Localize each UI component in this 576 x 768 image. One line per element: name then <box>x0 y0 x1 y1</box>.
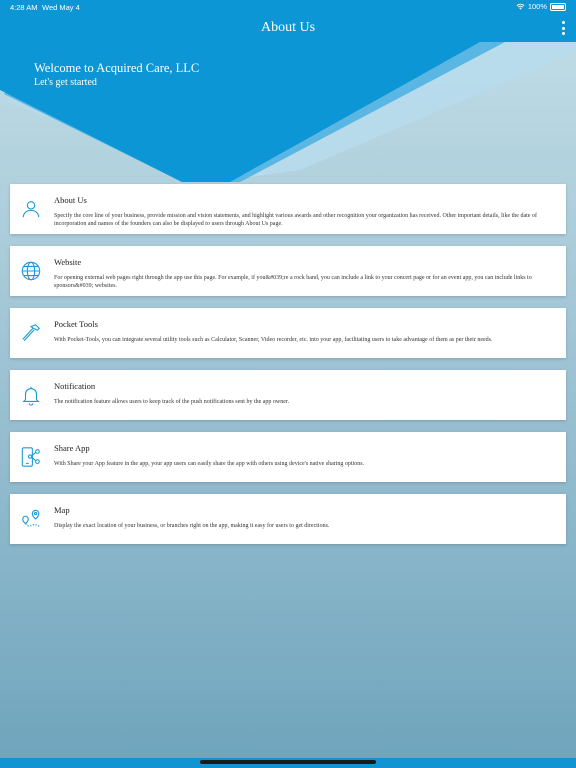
card-notification[interactable]: Notification The notification feature al… <box>10 370 566 420</box>
hammer-icon <box>22 324 41 342</box>
map-pin-icon <box>22 509 40 527</box>
welcome-heading: Welcome to Acquired Care, LLC <box>34 61 200 75</box>
more-options-icon[interactable] <box>560 21 566 35</box>
card-description: The notification feature allows users to… <box>54 399 290 405</box>
card-website[interactable]: Website For opening external web pages r… <box>10 246 566 296</box>
status-right: 100% <box>516 2 566 11</box>
person-icon <box>22 201 40 218</box>
battery-percent: 100% <box>527 2 547 11</box>
card-title: Pocket Tools <box>54 319 98 329</box>
share-icon <box>21 447 40 467</box>
status-date: Wed May 4 <box>42 3 80 12</box>
status-time: 4:28 AM <box>10 3 38 12</box>
home-indicator[interactable] <box>200 760 376 764</box>
card-title: Map <box>54 505 70 515</box>
card-share-app[interactable]: Share App With Share your App feature in… <box>10 432 566 482</box>
globe-icon <box>21 261 41 281</box>
card-about-us[interactable]: About Us Specify the core line of your b… <box>10 184 566 234</box>
card-title: Share App <box>54 443 90 453</box>
bell-icon <box>22 386 40 406</box>
card-pocket-tools[interactable]: Pocket Tools With Pocket-Tools, you can … <box>10 308 566 358</box>
welcome-subtitle: Let's get started <box>34 77 97 88</box>
page-title: About Us <box>260 20 316 35</box>
wifi-icon <box>516 3 525 10</box>
card-title: Website <box>54 257 82 267</box>
battery-icon <box>550 2 566 11</box>
card-map[interactable]: Map Display the exact location of your b… <box>10 494 566 544</box>
card-description: Display the exact location of your busin… <box>54 523 330 529</box>
card-description: Specify the core line of your business, … <box>54 213 537 227</box>
card-description: With Pocket-Tools, you can integrate sev… <box>54 337 493 343</box>
card-title: Notification <box>54 381 96 391</box>
card-description: With Share your App feature in the app, … <box>54 461 365 467</box>
card-title: About Us <box>54 195 87 205</box>
status-bar: 4:28 AM Wed May 4 100% <box>0 0 576 14</box>
card-description: For opening external web pages right thr… <box>54 275 532 289</box>
